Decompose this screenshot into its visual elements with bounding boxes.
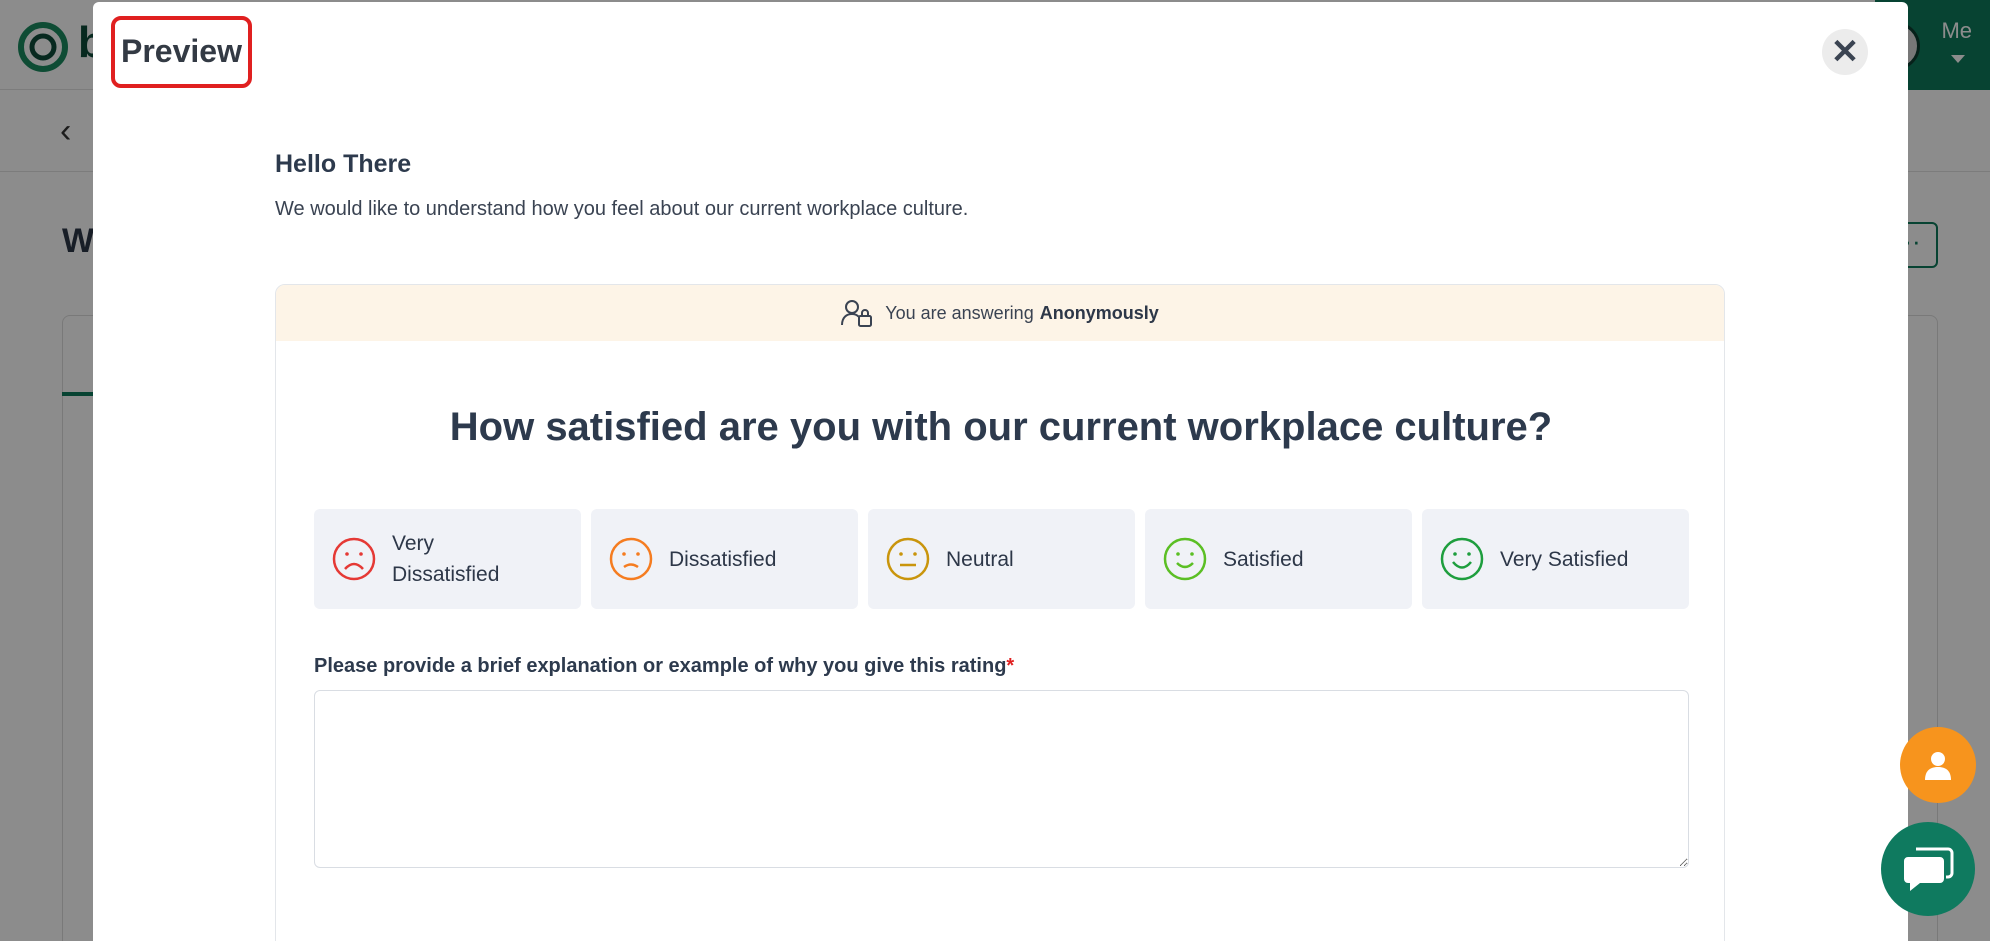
rating-option-satisfied[interactable]: Satisfied <box>1145 509 1412 609</box>
rating-option-label: Very Dissatisfied <box>392 532 500 586</box>
close-button[interactable]: ✕ <box>1822 29 1868 75</box>
satisfied-face-icon <box>1163 537 1207 581</box>
preview-modal: Preview ✕ Hello There We would like to u… <box>93 2 1908 941</box>
survey-greeting: Hello There <box>275 150 412 178</box>
floating-chat-button[interactable] <box>1881 822 1975 916</box>
very-satisfied-face-icon <box>1440 537 1484 581</box>
explanation-textarea[interactable] <box>314 690 1689 868</box>
explanation-label-text: Please provide a brief explanation or ex… <box>314 655 1007 677</box>
anonymous-notice-emphasis: Anonymously <box>1039 302 1159 323</box>
anonymous-notice: You are answering Anonymously <box>276 285 1724 341</box>
dissatisfied-face-icon <box>609 537 653 581</box>
rating-option-very-satisfied[interactable]: Very Satisfied <box>1422 509 1689 609</box>
modal-title: Preview <box>111 16 252 88</box>
rating-option-label: Dissatisfied <box>669 547 777 571</box>
anonymous-notice-text: You are answering <box>885 302 1034 323</box>
very-dissatisfied-face-icon <box>332 537 376 581</box>
floating-user-button[interactable] <box>1900 727 1976 803</box>
chat-icon <box>1904 847 1954 891</box>
rating-option-very-dissatisfied[interactable]: Very Dissatisfied <box>314 509 581 609</box>
explanation-label: Please provide a brief explanation or ex… <box>314 655 1014 678</box>
survey-question: How satisfied are you with our current w… <box>449 405 1553 449</box>
rating-options: Very Dissatisfied Dissatisfied Neutral S… <box>314 509 1689 609</box>
rating-option-label: Very Satisfied <box>1500 547 1629 571</box>
rating-option-neutral[interactable]: Neutral <box>868 509 1135 609</box>
rating-option-label: Neutral <box>946 547 1014 571</box>
neutral-face-icon <box>886 537 930 581</box>
rating-option-dissatisfied[interactable]: Dissatisfied <box>591 509 858 609</box>
anonymous-user-lock-icon <box>841 300 873 327</box>
user-icon <box>1925 752 1951 780</box>
required-marker: * <box>1006 655 1015 677</box>
survey-intro: We would like to understand how you feel… <box>275 198 969 220</box>
survey-card: You are answering Anonymously How satisf… <box>275 284 1725 941</box>
rating-option-label: Satisfied <box>1223 547 1304 571</box>
